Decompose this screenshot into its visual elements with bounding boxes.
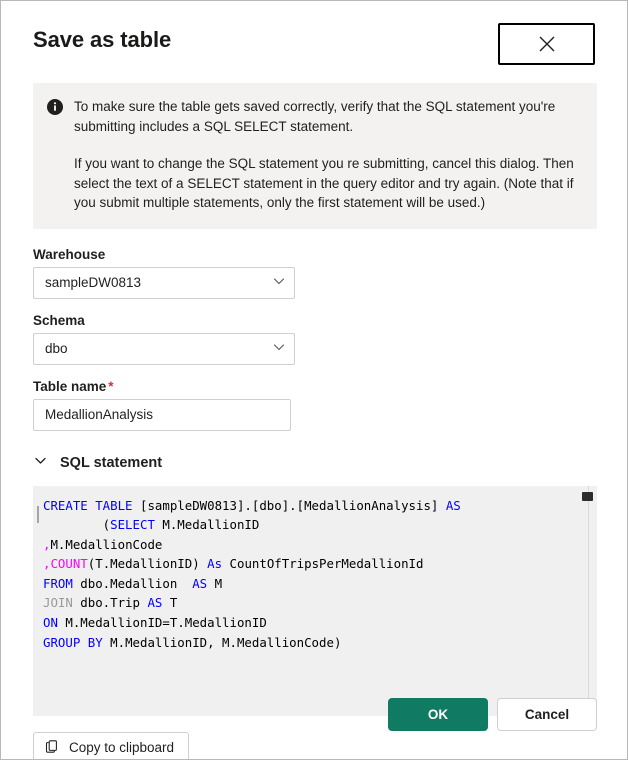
info-paragraph-2: If you want to change the SQL statement … [74, 156, 574, 210]
sql-token: CountOfTripsPerMedallionId [222, 556, 424, 572]
info-message-bar: To make sure the table gets saved correc… [33, 83, 597, 229]
copy-icon [45, 739, 60, 757]
sql-token: GROUP BY [43, 634, 103, 650]
close-button[interactable] [498, 23, 595, 65]
sql-statement-editor[interactable]: CREATE TABLE [sampleDW0813].[dbo].[Medal… [33, 485, 597, 716]
sql-token: ON [43, 615, 58, 631]
schema-dropdown[interactable]: dbo [33, 332, 295, 365]
sql-code-line: ,M.MedallionCode [39, 535, 597, 555]
sql-token: (T.MedallionID) [87, 556, 208, 572]
sql-token: M.MedallionID, M.MedallionCode) [102, 634, 342, 650]
sql-token: [sampleDW0813].[dbo].[MedallionAnalysis] [139, 497, 446, 513]
sql-code-line: (SELECT M.MedallionID [39, 515, 597, 535]
cancel-button[interactable]: Cancel [497, 698, 597, 731]
sql-token: M [207, 575, 223, 591]
field-warehouse: Warehouse sampleDW0813 [33, 247, 597, 299]
editor-scrollbar-track[interactable] [588, 485, 589, 698]
text-cursor [37, 505, 39, 523]
info-message-text: To make sure the table gets saved correc… [74, 97, 581, 213]
close-icon [536, 33, 558, 55]
dialog-form: Warehouse sampleDW0813 Schema dbo Table … [1, 247, 627, 431]
sql-token: FROM [43, 575, 73, 591]
page-title: Save as table [33, 27, 172, 52]
schema-label: Schema [33, 312, 85, 328]
warehouse-label: Warehouse [33, 246, 106, 262]
ok-button[interactable]: OK [388, 698, 488, 731]
sql-token: M.MedallionCode [50, 536, 163, 552]
sql-token: CREATE TABLE [43, 497, 140, 513]
sql-code-line: ,COUNT(T.MedallionID) As CountOfTripsPer… [39, 554, 597, 574]
required-asterisk: * [108, 378, 114, 394]
sql-token: dbo.Trip [72, 595, 148, 611]
sql-code-line: CREATE TABLE [sampleDW0813].[dbo].[Medal… [39, 496, 597, 516]
warehouse-dropdown[interactable]: sampleDW0813 [33, 266, 295, 299]
field-table-name: Table name * MedallionAnalysis [33, 379, 597, 431]
sql-code-line: FROM dbo.Medallion AS M [39, 574, 597, 594]
copy-to-clipboard-button[interactable]: Copy to clipboard [33, 731, 190, 759]
sql-code-line: ON M.MedallionID=T.MedallionID [39, 613, 597, 633]
schema-value: dbo [45, 341, 68, 356]
chevron-down-icon [33, 453, 48, 473]
sql-token: M.MedallionID [154, 517, 260, 533]
sql-token: ( [43, 517, 111, 533]
editor-scrollbar-thumb[interactable] [582, 491, 593, 501]
table-name-input[interactable]: MedallionAnalysis [33, 398, 291, 431]
sql-token: dbo.Medallion [72, 575, 193, 591]
table-name-label: Table name * [33, 379, 597, 394]
info-paragraph-1: To make sure the table gets saved correc… [74, 99, 556, 134]
sql-code-line: GROUP BY M.MedallionID, M.MedallionCode) [39, 633, 597, 653]
sql-token: T [162, 595, 178, 611]
copy-to-clipboard-label: Copy to clipboard [69, 740, 175, 755]
table-name-label-text: Table name [33, 378, 107, 394]
save-as-table-dialog: Save as table To make sure the table get… [0, 0, 628, 760]
warehouse-value: sampleDW0813 [45, 275, 142, 290]
sql-code-line: JOIN dbo.Trip AS T [39, 593, 597, 613]
chevron-down-icon [272, 340, 286, 357]
sql-token: As [207, 556, 223, 572]
chevron-down-icon [272, 274, 286, 291]
table-name-value: MedallionAnalysis [45, 407, 154, 422]
sql-statement-toggle[interactable]: SQL statement [33, 453, 162, 473]
sql-token: AS [445, 497, 461, 513]
dialog-header: Save as table [1, 1, 627, 65]
sql-token: JOIN [43, 595, 73, 611]
sql-token: AS [192, 575, 208, 591]
field-schema: Schema dbo [33, 313, 597, 365]
info-icon [47, 99, 63, 115]
dialog-footer: OK Cancel [388, 698, 597, 731]
sql-token: AS [147, 595, 163, 611]
sql-token: COUNT [50, 556, 88, 572]
sql-token: M.MedallionID=T.MedallionID [57, 615, 267, 631]
sql-code-text: CREATE TABLE [sampleDW0813].[dbo].[Medal… [33, 486, 597, 653]
sql-statement-title: SQL statement [60, 454, 163, 471]
sql-token: SELECT [110, 517, 155, 533]
